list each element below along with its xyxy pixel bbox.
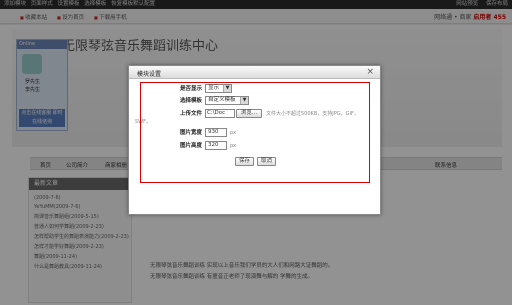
highlight-box <box>140 82 370 183</box>
dialog-title: 模块设置 <box>137 71 162 78</box>
dialog-header: 模块设置 × <box>129 66 380 79</box>
close-icon[interactable]: × <box>366 67 374 77</box>
